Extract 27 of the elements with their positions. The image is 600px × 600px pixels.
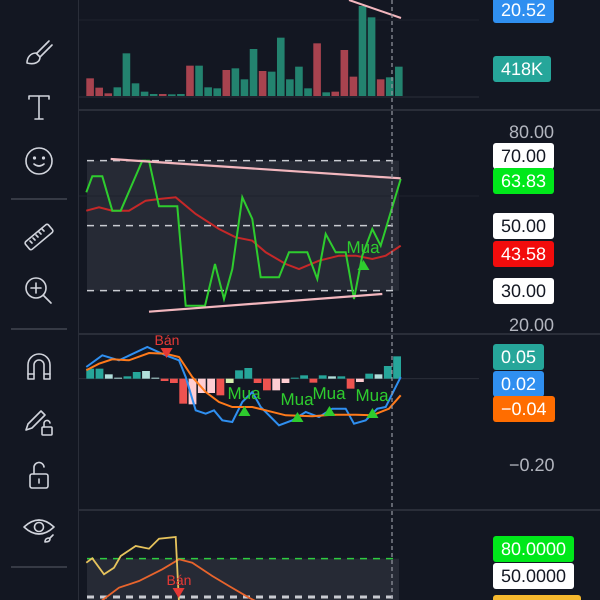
trend-line [348, 0, 402, 19]
price-label: 50.0000 [493, 563, 574, 589]
buy-marker-icon [366, 408, 378, 418]
price-label: 50.00 [493, 213, 554, 239]
signal-label: Mua [280, 391, 314, 408]
buy-marker-icon [238, 406, 250, 416]
signal-label: Bán [154, 335, 180, 347]
price-label: 418K [493, 56, 552, 82]
price-label: 0.02 [493, 371, 544, 397]
signal-label: Mua [312, 385, 346, 402]
axis-tick-label: 20.00 [508, 314, 556, 333]
buy-marker-icon [291, 412, 303, 422]
sell-marker-icon [161, 348, 173, 358]
buy-marker-icon [323, 406, 335, 416]
price-label: 63.83 [493, 168, 554, 194]
axis-tick-label: −0.20 [508, 454, 556, 477]
price-label: 30.00 [493, 278, 554, 304]
price-label: 0.05 [493, 344, 544, 370]
price-label: −0.04 [493, 396, 555, 422]
price-label: 43.58 [493, 241, 554, 267]
buy-marker-icon [357, 260, 369, 270]
axis-tick-label: 80.00 [508, 121, 556, 144]
price-label: 70.00 [493, 143, 554, 169]
price-label: 80.0000 [493, 536, 574, 562]
sell-marker-icon [173, 588, 185, 598]
signal-label: Mua [355, 387, 389, 404]
price-label: 20.52 [493, 0, 554, 23]
